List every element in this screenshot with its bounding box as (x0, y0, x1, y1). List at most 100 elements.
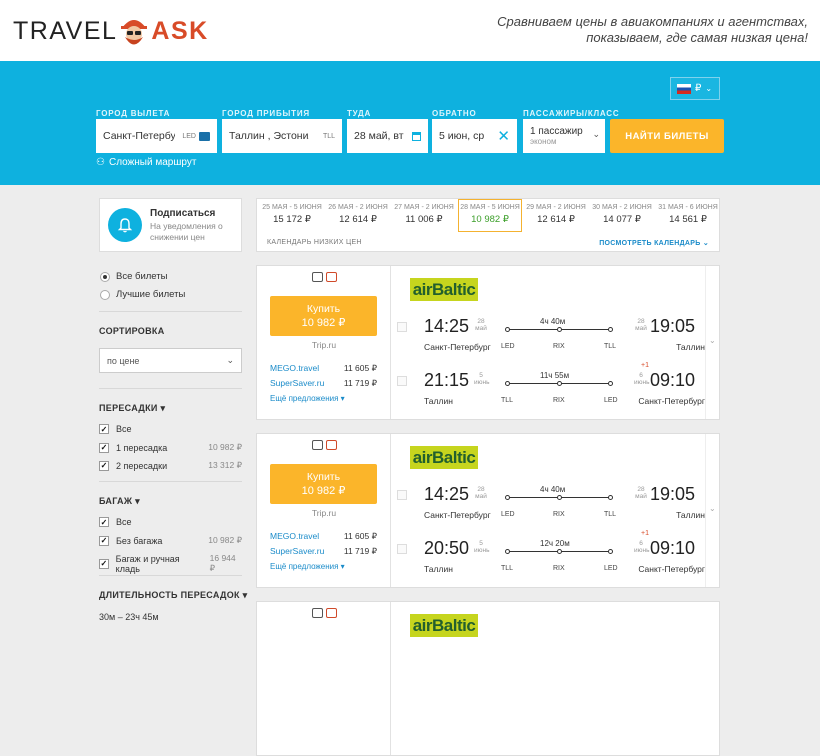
slogan-line-1: Сравниваем цены в авиакомпаниях и агентс… (497, 14, 808, 29)
transfers-checkbox[interactable]: ✓ 2 пересадки 13 312 ₽ (99, 460, 242, 471)
arrival-month: июнь (634, 379, 650, 386)
search-button[interactable]: НАЙТИ БИЛЕТЫ (610, 119, 724, 153)
pax-value: 1 пассажир (530, 126, 583, 137)
checkbox-checked-icon: ✓ (99, 558, 109, 569)
logo[interactable]: TRAVEL ASK (13, 14, 209, 48)
complex-route-link[interactable]: ⚇ Сложный маршрут (96, 157, 196, 168)
arrival-city: Санкт-Петербург (638, 396, 705, 406)
flight-segment[interactable]: 14:25 28 май Санкт-Петербург LED RIX TLL 4ч 40м… (392, 316, 705, 358)
departure-month: июнь (474, 547, 490, 554)
buy-label: Купить (306, 303, 341, 315)
all-tickets-radio[interactable]: Все билеты (100, 271, 167, 282)
segment-checkbox[interactable] (397, 544, 407, 554)
more-offers-link[interactable]: Ещё предложения ▾ (270, 562, 345, 571)
flight-segment[interactable]: 21:15 5 июнь Таллин TLL RIX LED 11ч 55м +1 6 июнь 0… (392, 362, 705, 412)
segment-checkbox[interactable] (397, 490, 407, 500)
subscribe-box[interactable]: Подписаться На уведомления о снижении це… (99, 198, 242, 252)
offer-link[interactable]: MEGO.travel 11 605 ₽ (270, 531, 377, 542)
offer-agency: MEGO.travel (270, 363, 320, 373)
pax-label: ПАССАЖИРЫ/КЛАСС (523, 109, 620, 118)
sort-select[interactable]: по цене ⌄ (99, 348, 242, 373)
ticket-card: Купить 10 982 ₽ Trip.ru MEGO.travel 11 605 ₽… (256, 433, 720, 588)
return-date-field[interactable]: 5 июн, ср ✕ (432, 119, 517, 153)
subscribe-title: Подписаться (150, 207, 216, 219)
caret-down-icon: ▾ (135, 496, 140, 506)
arrival-date: 28 май (634, 318, 648, 332)
offer-link[interactable]: SuperSaver.ru 11 719 ₽ (270, 378, 377, 389)
currency-symbol: ₽ (695, 83, 702, 94)
calendar-day[interactable]: 27 МАЯ - 2 ИЮНЯ 11 006 ₽ (392, 204, 456, 231)
more-offers-label: Ещё предложения (270, 562, 339, 571)
arrival-city: Таллин (676, 510, 705, 520)
view-calendar-link[interactable]: ПОСМОТРЕТЬ КАЛЕНДАРЬ ⌄ (599, 239, 709, 247)
baggage-checkbox[interactable]: ✓ Багаж и ручная кладь 16 944 ₽ (99, 553, 242, 574)
divider (99, 311, 242, 312)
calendar-day[interactable]: 28 МАЯ - 5 ИЮНЯ 10 982 ₽ (458, 199, 522, 232)
buy-button[interactable]: Купить 10 982 ₽ (270, 464, 377, 504)
logo-text-travel: TRAVEL (13, 16, 118, 45)
clear-icon[interactable]: ✕ (497, 127, 510, 145)
airport-code: TLL (604, 343, 617, 350)
calendar-day[interactable]: 30 МАЯ - 2 ИЮНЯ 14 077 ₽ (590, 204, 654, 231)
departure-month: июнь (474, 379, 490, 386)
expand-card-toggle[interactable]: ⌄ (705, 266, 719, 419)
calendar-day-price: 10 982 ₽ (471, 214, 509, 225)
segment-checkbox[interactable] (397, 322, 407, 332)
depart-date-field[interactable]: 28 май, вт (347, 119, 428, 153)
calendar-day[interactable]: 26 МАЯ - 2 ИЮНЯ 12 614 ₽ (326, 204, 390, 231)
best-tickets-radio[interactable]: Лучшие билеты (100, 289, 185, 300)
airport-dot (608, 549, 613, 554)
airport-code: RIX (553, 343, 565, 350)
all-tickets-label: Все билеты (116, 271, 168, 282)
subscribe-text: На уведомления о снижении цен (150, 220, 223, 242)
flight-duration: 4ч 40м (540, 485, 566, 494)
to-value: Таллин , Эстония (229, 130, 309, 142)
no-baggage-icon (325, 608, 337, 618)
currency-selector[interactable]: ₽ ⌄ (670, 77, 720, 100)
slogan: Сравниваем цены в авиакомпаниях и агентс… (497, 14, 808, 46)
arrival-time: 19:05 (650, 484, 696, 504)
offer-price: 11 719 ₽ (343, 546, 377, 556)
airline-logo: airBaltic (410, 446, 478, 469)
airport-list-icon[interactable] (199, 131, 210, 141)
flight-segment[interactable]: 14:25 28 май Санкт-Петербург LED RIX TLL 4ч 40м… (392, 484, 705, 526)
calendar-day[interactable]: 25 МАЯ - 5 ИЮНЯ 15 172 ₽ (260, 204, 324, 231)
departure-day: 28 (477, 318, 485, 325)
offer-link[interactable]: SuperSaver.ru 11 719 ₽ (270, 546, 377, 557)
baggage-heading[interactable]: БАГАЖ ▾ (99, 496, 140, 507)
buy-price: 10 982 ₽ (301, 485, 346, 497)
arrival-time: 19:05 (650, 316, 696, 336)
calendar-day[interactable]: 29 МАЯ - 2 ИЮНЯ 12 614 ₽ (524, 204, 588, 231)
from-field[interactable]: Санкт-Петербург LED (96, 119, 217, 153)
to-field[interactable]: Таллин , Эстония TLL (222, 119, 342, 153)
duration-heading[interactable]: ДЛИТЕЛЬНОСТЬ ПЕРЕСАДОК ▾ (99, 590, 247, 601)
flight-duration: 11ч 55м (540, 371, 570, 380)
departure-date: 28 май (474, 486, 488, 500)
radio-unchecked-icon (100, 289, 110, 300)
more-offers-link[interactable]: Ещё предложения ▾ (270, 394, 345, 403)
passengers-field[interactable]: 1 пассажир эконом ⌄ (523, 119, 605, 153)
transfers-checkbox[interactable]: ✓ Все (99, 424, 242, 434)
arrival-day: 6 (639, 540, 643, 547)
transfers-checkbox[interactable]: ✓ 1 пересадка 10 982 ₽ (99, 442, 242, 453)
calendar-day[interactable]: 31 МАЯ - 6 ИЮНЯ 14 561 ₽ (656, 204, 720, 231)
airport-code: LED (501, 511, 515, 518)
offer-link[interactable]: MEGO.travel 11 605 ₽ (270, 363, 377, 374)
logo-text-ask: ASK (151, 16, 209, 45)
calendar-day-range: 25 МАЯ - 5 ИЮНЯ (262, 204, 322, 211)
transfers-heading[interactable]: ПЕРЕСАДКИ ▾ (99, 403, 165, 414)
chevron-down-icon: ⌄ (592, 129, 600, 139)
baggage-checkbox[interactable]: ✓ Все (99, 517, 242, 527)
hand-luggage-icon (311, 608, 323, 618)
flight-segment[interactable]: 20:50 5 июнь Таллин TLL RIX LED 12ч 20м +1 6 июнь 0… (392, 530, 705, 580)
airport-dot (608, 495, 613, 500)
buy-button[interactable]: Купить 10 982 ₽ (270, 296, 377, 336)
buy-label: Купить (306, 471, 341, 483)
depart-label: ТУДА (347, 109, 372, 118)
baggage-checkbox[interactable]: ✓ Без багажа 10 982 ₽ (99, 535, 242, 546)
offer-agency: SuperSaver.ru (270, 546, 325, 556)
expand-card-toggle[interactable]: ⌄ (705, 434, 719, 587)
arrival-date: 6 июнь (634, 540, 649, 554)
checkbox-label: 1 пересадка (116, 442, 168, 453)
segment-checkbox[interactable] (397, 376, 407, 386)
